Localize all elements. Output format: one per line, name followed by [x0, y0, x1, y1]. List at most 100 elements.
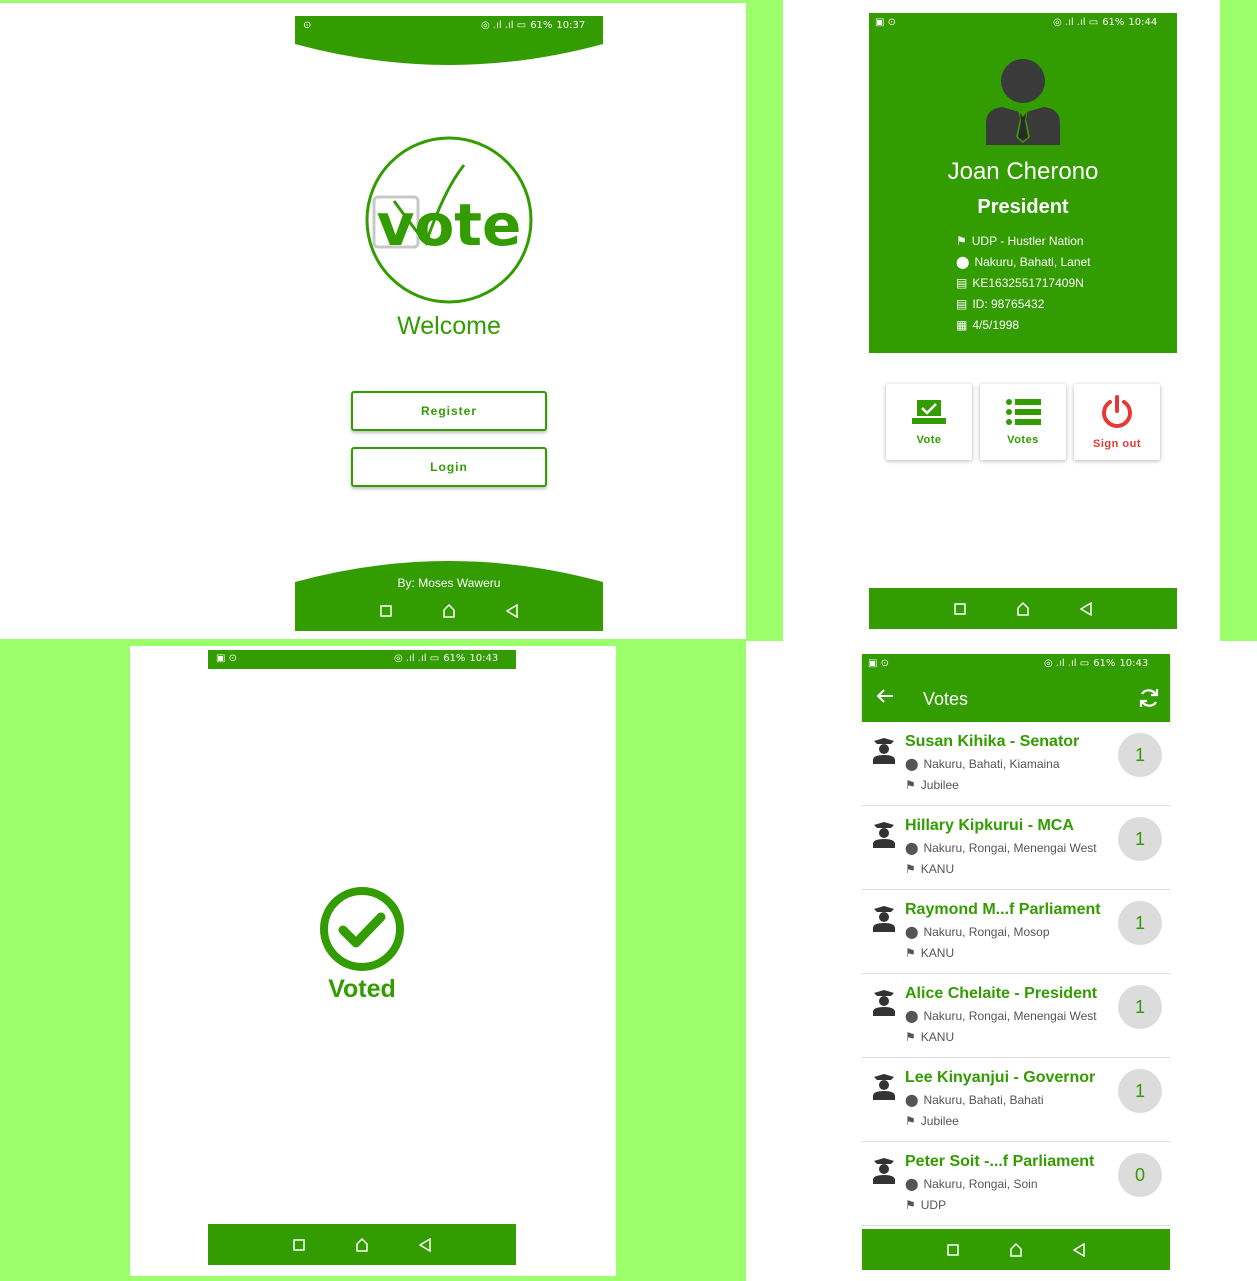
location-pin-icon: ⬤: [905, 1177, 919, 1191]
back-button[interactable]: [414, 1234, 436, 1256]
credit-text: By: Moses Waweru: [397, 576, 501, 590]
home-button[interactable]: [438, 600, 460, 622]
candidate-row[interactable]: Lee Kinyanjui - Governor ⬤ Nakuru, Bahati…: [862, 1058, 1170, 1142]
recent-apps-button[interactable]: [288, 1234, 310, 1256]
vote-count-badge: 1: [1118, 817, 1162, 861]
candidate-name: Peter Soit -...f Parliament: [905, 1153, 1095, 1170]
location-pin-icon: ⬤: [905, 841, 919, 855]
time-text: 10:43: [1119, 658, 1149, 669]
votes-card-button[interactable]: Votes: [980, 384, 1066, 460]
candidate-name: Hillary Kipkurui - MCA: [905, 817, 1074, 834]
candidate-icon: [872, 904, 896, 937]
battery-text: 61%: [1093, 658, 1116, 669]
svg-text:vote: vote: [377, 191, 522, 259]
candidate-location: Nakuru, Rongai, Soin: [923, 1177, 1038, 1191]
candidate-row[interactable]: Susan Kihika - Senator ⬤ Nakuru, Bahati, …: [862, 722, 1170, 806]
flag-icon: ⚑: [905, 778, 916, 792]
location-pin-icon: ⬤: [905, 1009, 919, 1023]
profile-nav-bar: [869, 588, 1177, 629]
candidate-row[interactable]: Raymond M...f Parliament ⬤ Nakuru, Rongai…: [862, 890, 1170, 974]
battery-text: 61%: [443, 653, 466, 664]
candidate-name: Raymond M...f Parliament: [905, 901, 1101, 918]
time-text: 10:44: [1128, 17, 1158, 28]
welcome-status-bar: ⊙ ◎ .ıl .ıl ▭ 61% 10:37: [295, 16, 603, 68]
signal-icon: ◎ .ıl .ıl ▭: [481, 20, 527, 31]
id-card-icon: ▤: [956, 275, 968, 290]
sync-icon: ⊙: [303, 20, 312, 31]
candidate-icon: [872, 988, 896, 1021]
welcome-nav-bar: [295, 600, 603, 622]
flag-icon: ⚑: [905, 862, 916, 876]
votes-app-bar: ▣ ⊙ ◎ .ıl .ıl ▭ 61% 10:43 Votes: [862, 654, 1170, 722]
location-pin-icon: ⬤: [905, 757, 919, 771]
home-button[interactable]: [1012, 598, 1034, 620]
recent-apps-button[interactable]: [942, 1239, 964, 1261]
candidate-row[interactable]: Alice Chelaite - President ⬤ Nakuru, Rong…: [862, 974, 1170, 1058]
back-button[interactable]: [1068, 1239, 1090, 1261]
candidate-icon: [872, 820, 896, 853]
vote-count-badge: 1: [1118, 1069, 1162, 1113]
candidate-location: Nakuru, Bahati, Bahati: [923, 1093, 1044, 1107]
candidate-row[interactable]: Hillary Kipkurui - MCA ⬤ Nakuru, Rongai, …: [862, 806, 1170, 890]
flag-icon: ⚑: [905, 1114, 916, 1128]
vote-count-badge: 1: [1118, 901, 1162, 945]
gallery-icon: ▣ ⊙: [868, 658, 890, 669]
votes-nav-bar: [862, 1229, 1170, 1270]
flag-icon: ⚑: [956, 233, 967, 248]
home-button[interactable]: [351, 1234, 373, 1256]
candidate-party: KANU: [920, 1030, 955, 1044]
back-button[interactable]: [501, 600, 523, 622]
power-icon: [1102, 395, 1132, 428]
location-pin-icon: ⬤: [956, 254, 970, 269]
candidate-position: President: [977, 196, 1069, 218]
battery-text: 61%: [530, 20, 553, 31]
candidate-row[interactable]: Peter Soit -...f Parliament ⬤ Nakuru, Ron…: [862, 1142, 1170, 1226]
sign-out-card-label: Sign out: [1093, 438, 1141, 450]
candidate-name: Susan Kihika - Senator: [905, 733, 1080, 750]
time-text: 10:43: [469, 653, 499, 664]
signal-icon: ◎ .ıl .ıl ▭: [394, 653, 440, 664]
candidate-party: Jubilee: [920, 1114, 959, 1128]
candidate-location: Nakuru, Rongai, Mosop: [923, 925, 1050, 939]
candidate-name: Joan Cherono: [947, 158, 1099, 185]
vote-logo: vote: [364, 135, 534, 305]
signal-icon: ◎ .ıl .ıl ▭: [1053, 17, 1099, 28]
candidate-location: Nakuru, Bahati, Kiamaina: [923, 757, 1060, 771]
vote-count-badge: 1: [1118, 985, 1162, 1029]
back-arrow-icon[interactable]: [876, 688, 894, 709]
votes-card-label: Votes: [1007, 434, 1039, 446]
recent-apps-button[interactable]: [375, 600, 397, 622]
ballot-box-icon: [912, 400, 946, 424]
vote-card-label: Vote: [916, 434, 942, 446]
location-pin-icon: ⬤: [905, 1093, 919, 1107]
refresh-icon[interactable]: [1138, 687, 1160, 714]
flag-icon: ⚑: [905, 946, 916, 960]
location-text: Nakuru, Bahati, Lanet: [974, 254, 1091, 269]
voted-status-bar: ▣ ⊙ ◎ .ıl .ıl ▭ 61% 10:43: [208, 650, 516, 669]
check-circle-icon: [319, 886, 405, 977]
votes-title: Votes: [923, 689, 969, 709]
flag-icon: ⚑: [905, 1198, 916, 1212]
register-button[interactable]: Register: [351, 391, 547, 431]
recent-apps-button[interactable]: [949, 598, 971, 620]
signal-icon: ◎ .ıl .ıl ▭: [1044, 658, 1090, 669]
voted-message: Voted: [328, 975, 396, 1003]
candidate-party: Jubilee: [920, 778, 959, 792]
back-button[interactable]: [1075, 598, 1097, 620]
calendar-icon: ▦: [956, 317, 968, 332]
gallery-icon: ▣ ⊙: [875, 17, 897, 28]
candidate-name: Lee Kinyanjui - Governor: [905, 1069, 1096, 1086]
vote-count-badge: 1: [1118, 733, 1162, 777]
flag-icon: ⚑: [905, 1030, 916, 1044]
candidate-party: KANU: [920, 946, 955, 960]
sign-out-card-button[interactable]: Sign out: [1074, 384, 1160, 460]
home-button[interactable]: [1005, 1239, 1027, 1261]
dob-text: 4/5/1998: [972, 317, 1020, 332]
candidate-icon: [872, 1156, 896, 1189]
login-button[interactable]: Login: [351, 447, 547, 487]
candidate-party: KANU: [920, 862, 955, 876]
welcome-title: Welcome: [397, 312, 501, 340]
vote-card-button[interactable]: Vote: [886, 384, 972, 460]
candidate-location: Nakuru, Rongai, Menengai West: [923, 841, 1097, 855]
voter-number-text: KE1632551717409N: [972, 275, 1084, 290]
